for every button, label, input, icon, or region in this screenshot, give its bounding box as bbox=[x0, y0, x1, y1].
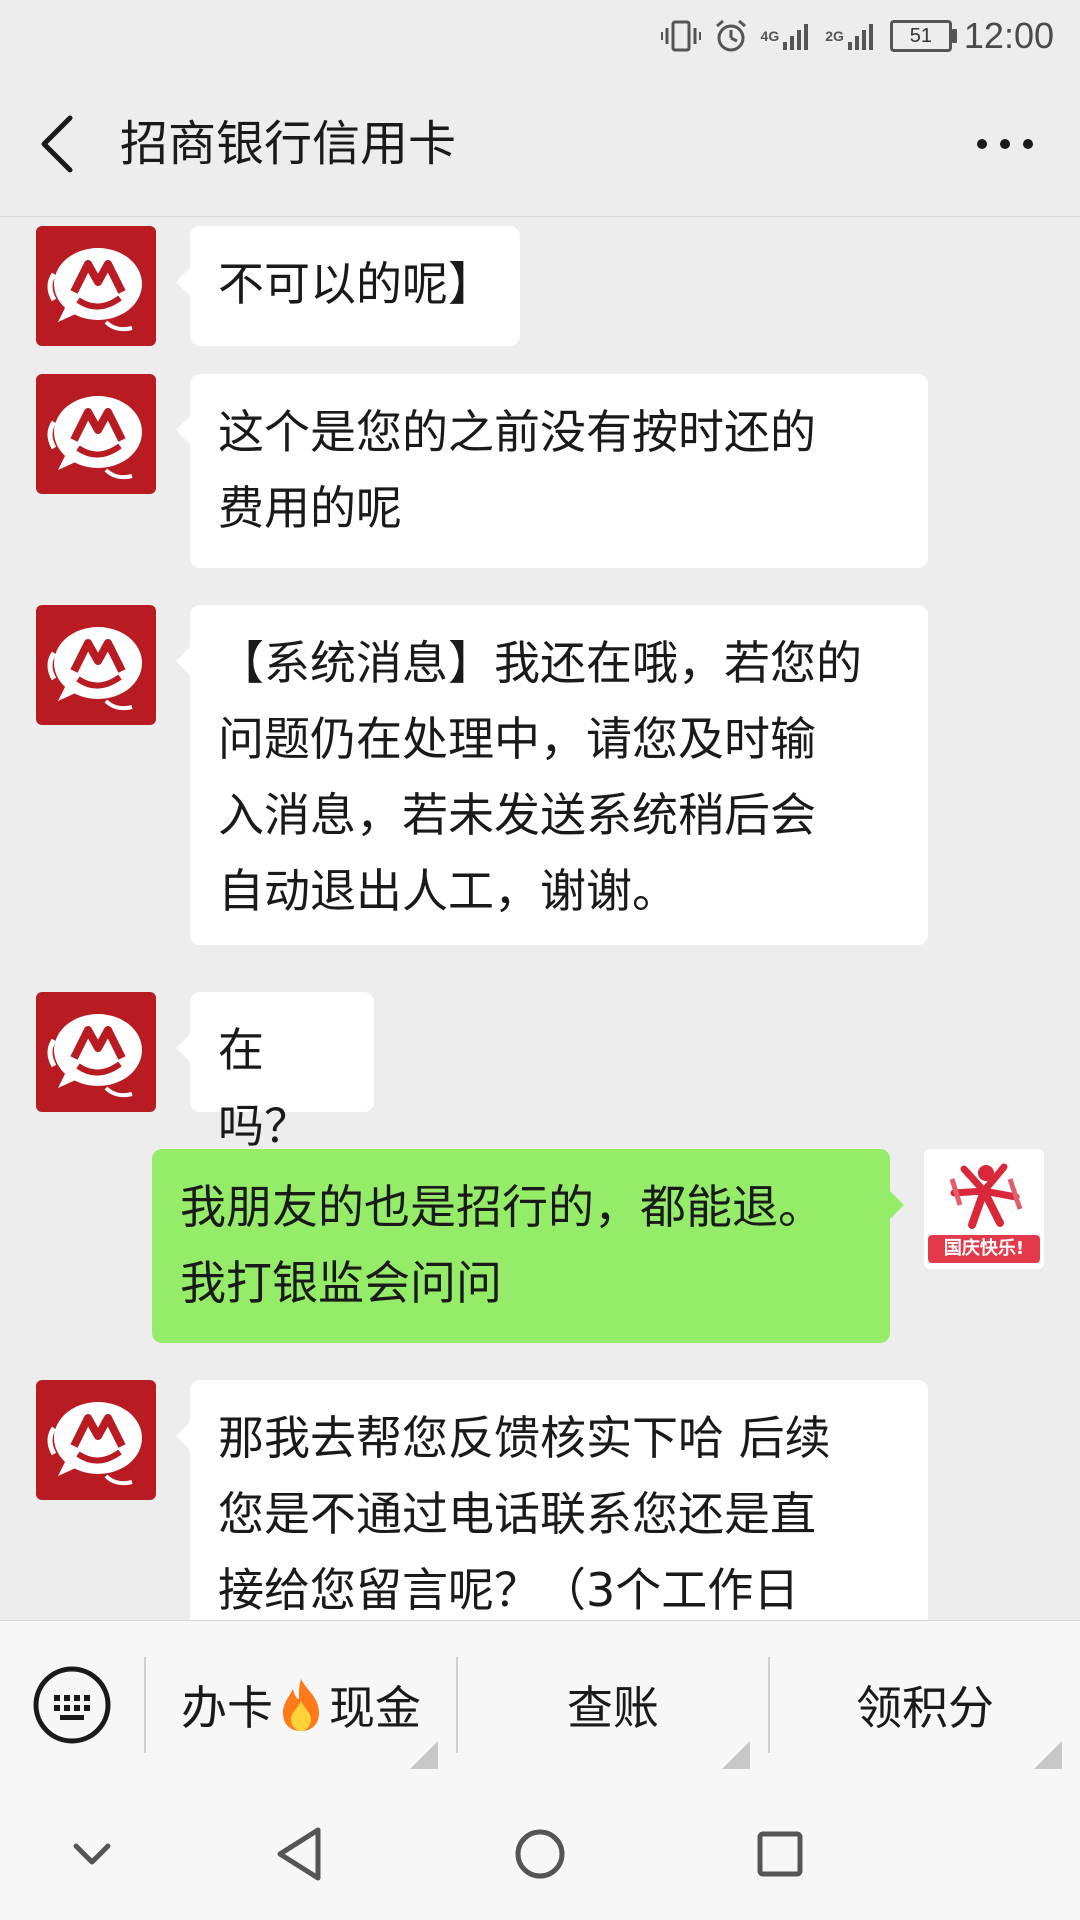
menu-item-label: 领积分 bbox=[856, 1681, 994, 1735]
chevron-left-icon[interactable] bbox=[30, 110, 90, 178]
service-menu-bar: 办卡 现金 查账 领积分 bbox=[0, 1620, 1080, 1789]
signal-icon bbox=[783, 24, 809, 50]
status-icons: 4G 2G 51 12:00 bbox=[660, 12, 1054, 60]
message-bubble[interactable]: 在吗？ bbox=[176, 992, 374, 1153]
keyboard-icon[interactable] bbox=[32, 1665, 112, 1745]
signal-icon-2 bbox=[847, 24, 873, 50]
avatar-badge: 国庆快乐! bbox=[928, 1235, 1040, 1263]
menu-item-label: 办卡 bbox=[181, 1681, 273, 1735]
network-2g-label: 2G bbox=[825, 28, 844, 44]
page-title: 招商银行信用卡 bbox=[120, 116, 457, 172]
message-bubble[interactable]: 这个是您的之前没有按时还的 费用的呢 bbox=[176, 374, 928, 568]
menu-item-label: 现金 bbox=[329, 1681, 421, 1735]
menu-item-points[interactable]: 领积分 bbox=[770, 1655, 1080, 1755]
menu-item-apply-card[interactable]: 办卡 现金 bbox=[146, 1655, 456, 1755]
message-bubble[interactable]: 【系统消息】我还在哦，若您的 问题仍在处理中，请您及时输 入消息，若未发送系统稍… bbox=[176, 605, 928, 945]
bank-avatar[interactable] bbox=[36, 226, 156, 346]
alarm-icon bbox=[715, 19, 746, 52]
message-bubble-sent[interactable]: 我朋友的也是招行的，都能退。 我打银监会问问 bbox=[152, 1149, 904, 1343]
cmb-logo-icon bbox=[47, 248, 142, 332]
bank-avatar[interactable] bbox=[36, 992, 156, 1112]
submenu-indicator bbox=[722, 1741, 750, 1769]
network-4g-label: 4G bbox=[760, 28, 780, 44]
more-dots-icon[interactable] bbox=[970, 122, 1040, 166]
menu-item-label: 查账 bbox=[567, 1681, 659, 1735]
cmb-logo-icon bbox=[47, 396, 142, 480]
chevron-down-icon[interactable] bbox=[52, 1818, 132, 1890]
battery-indicator: 51 bbox=[889, 20, 957, 52]
cmb-logo-icon bbox=[47, 1402, 142, 1486]
menu-item-check-bill[interactable]: 查账 bbox=[458, 1655, 768, 1755]
submenu-indicator bbox=[410, 1741, 438, 1769]
cmb-logo-icon bbox=[47, 627, 142, 711]
fire-emoji-icon bbox=[283, 1679, 319, 1731]
circle-home-icon[interactable] bbox=[500, 1818, 580, 1890]
chat-message-list[interactable]: 不可以的呢】 这个是您的之前没有按时还的 费用的呢 【系统消息】我还在哦，若您的… bbox=[0, 217, 1080, 1620]
message-bubble[interactable]: 不可以的呢】 bbox=[176, 226, 520, 346]
system-nav-bar bbox=[0, 1788, 1080, 1920]
cmb-logo-icon bbox=[47, 1014, 142, 1098]
bank-avatar[interactable] bbox=[36, 374, 156, 494]
square-recents-icon[interactable] bbox=[740, 1818, 820, 1890]
status-bar: 4G 2G 51 12:00 bbox=[0, 0, 1080, 72]
bank-avatar[interactable] bbox=[36, 605, 156, 725]
status-time: 12:00 bbox=[963, 15, 1054, 56]
triangle-back-icon[interactable] bbox=[260, 1818, 340, 1890]
chat-header: 招商银行信用卡 bbox=[0, 72, 1080, 217]
vibrate-icon bbox=[660, 20, 701, 52]
bank-avatar[interactable] bbox=[36, 1380, 156, 1500]
user-avatar[interactable]: 国庆快乐! bbox=[924, 1149, 1044, 1269]
celebration-figure-icon bbox=[949, 1163, 1023, 1229]
message-bubble[interactable]: 那我去帮您反馈核实下哈 后续 您是不通过电话联系您还是直 接给您留言呢？（3个工… bbox=[176, 1380, 928, 1620]
submenu-indicator bbox=[1034, 1741, 1062, 1769]
